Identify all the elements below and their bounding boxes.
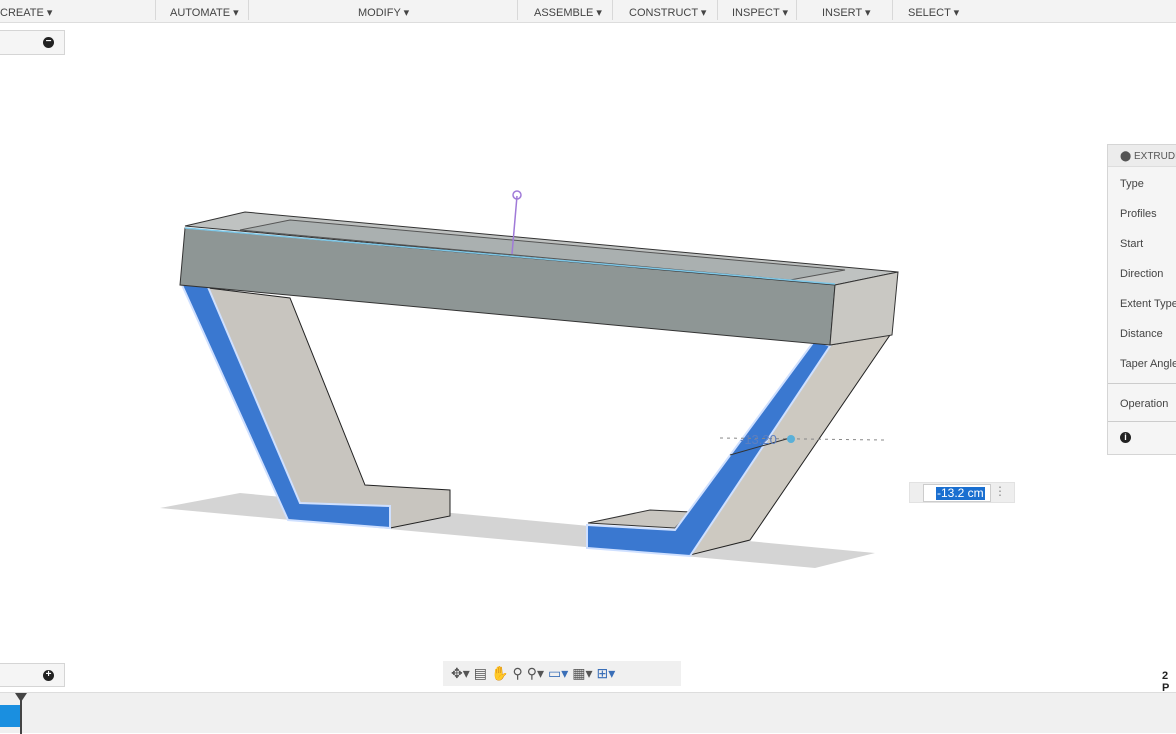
row-extent-type: Extent Type [1120, 298, 1176, 310]
grid-icon[interactable]: ▦▾ [572, 665, 592, 682]
distance-handle[interactable] [787, 435, 795, 443]
info-icon[interactable]: i [1120, 432, 1131, 443]
extrude-panel: ⬤ EXTRUDE Type Profiles Start Direction … [1107, 144, 1176, 455]
display-settings-icon[interactable]: ▭▾ [548, 665, 568, 682]
pan-icon[interactable]: ✋ [491, 665, 508, 682]
row-operation: Operation [1120, 398, 1169, 410]
timeline-feature-icon[interactable] [0, 705, 20, 727]
model-viewport[interactable]: -13.20 [0, 0, 1176, 733]
row-start: Start [1120, 238, 1144, 250]
timeline [0, 692, 1176, 734]
distance-input-box: -13.2 cm ⋮ [909, 482, 1015, 503]
collapse-icon[interactable]: ⬤ [1120, 151, 1134, 162]
row-profiles: Profiles [1120, 208, 1157, 220]
viewports-icon[interactable]: ⊞▾ [597, 665, 616, 682]
distance-input[interactable] [923, 484, 991, 502]
row-distance: Distance [1120, 328, 1163, 340]
status-text: 2 P [1162, 670, 1170, 694]
look-at-icon[interactable]: ▤ [474, 665, 487, 682]
right-leg-side [688, 334, 892, 556]
row-type: Type [1120, 178, 1144, 190]
row-direction: Direction [1120, 268, 1164, 280]
row-taper-angle: Taper Angle [1120, 358, 1176, 370]
orbit-icon[interactable]: ✥▾ [451, 665, 470, 682]
navigation-bar: ✥▾ ▤ ✋ ⚲ ⚲▾ ▭▾ ▦▾ ⊞▾ [443, 661, 681, 686]
more-options-icon[interactable]: ⋮ [994, 484, 1006, 498]
zoom-icon[interactable]: ⚲ [512, 665, 522, 682]
panel-title: EXTRUDE [1133, 151, 1176, 162]
dimension-label: -13.20 [740, 432, 777, 447]
fit-icon[interactable]: ⚲▾ [527, 665, 544, 682]
